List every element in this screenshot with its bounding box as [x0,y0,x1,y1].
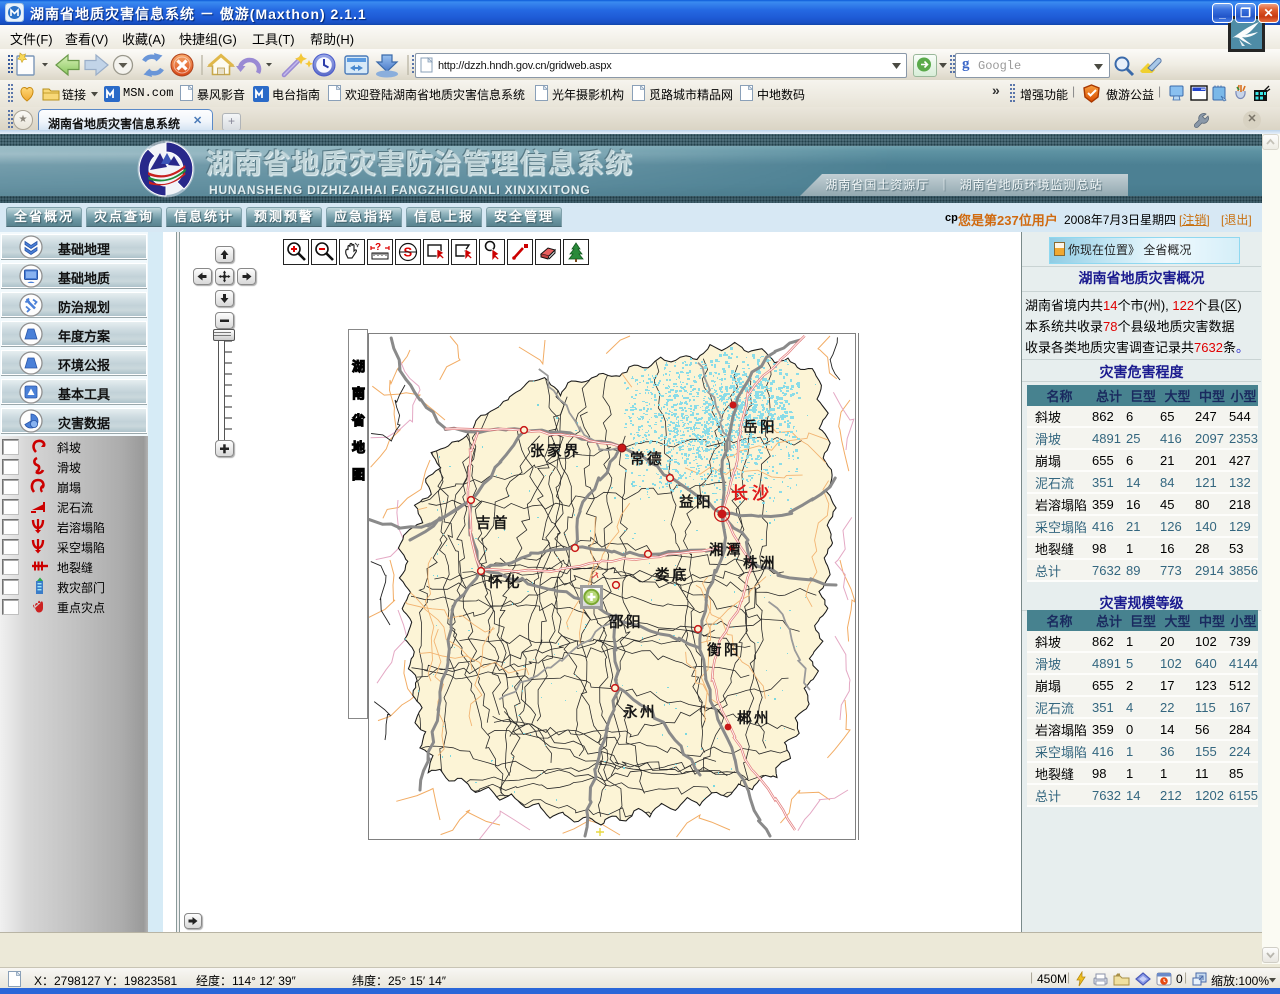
svg-text:娄底: 娄底 [655,566,689,584]
svg-text:张家界: 张家界 [530,442,581,460]
svg-text:吉首: 吉首 [476,514,510,532]
svg-text:岳阳: 岳阳 [743,418,777,436]
svg-text:邵阳: 邵阳 [608,614,643,631]
svg-text:株洲: 株洲 [743,554,777,572]
svg-text:怀化: 怀化 [488,573,522,591]
svg-text:衡阳: 衡阳 [707,641,741,659]
svg-text:常德: 常德 [630,450,664,468]
svg-text:?: ? [375,242,381,253]
svg-text:郴州: 郴州 [737,709,771,727]
svg-text:永州: 永州 [622,703,657,721]
svg-text:益阳: 益阳 [679,493,713,511]
svg-text:湘潭: 湘潭 [709,541,743,559]
svg-text:长沙: 长沙 [731,483,773,503]
